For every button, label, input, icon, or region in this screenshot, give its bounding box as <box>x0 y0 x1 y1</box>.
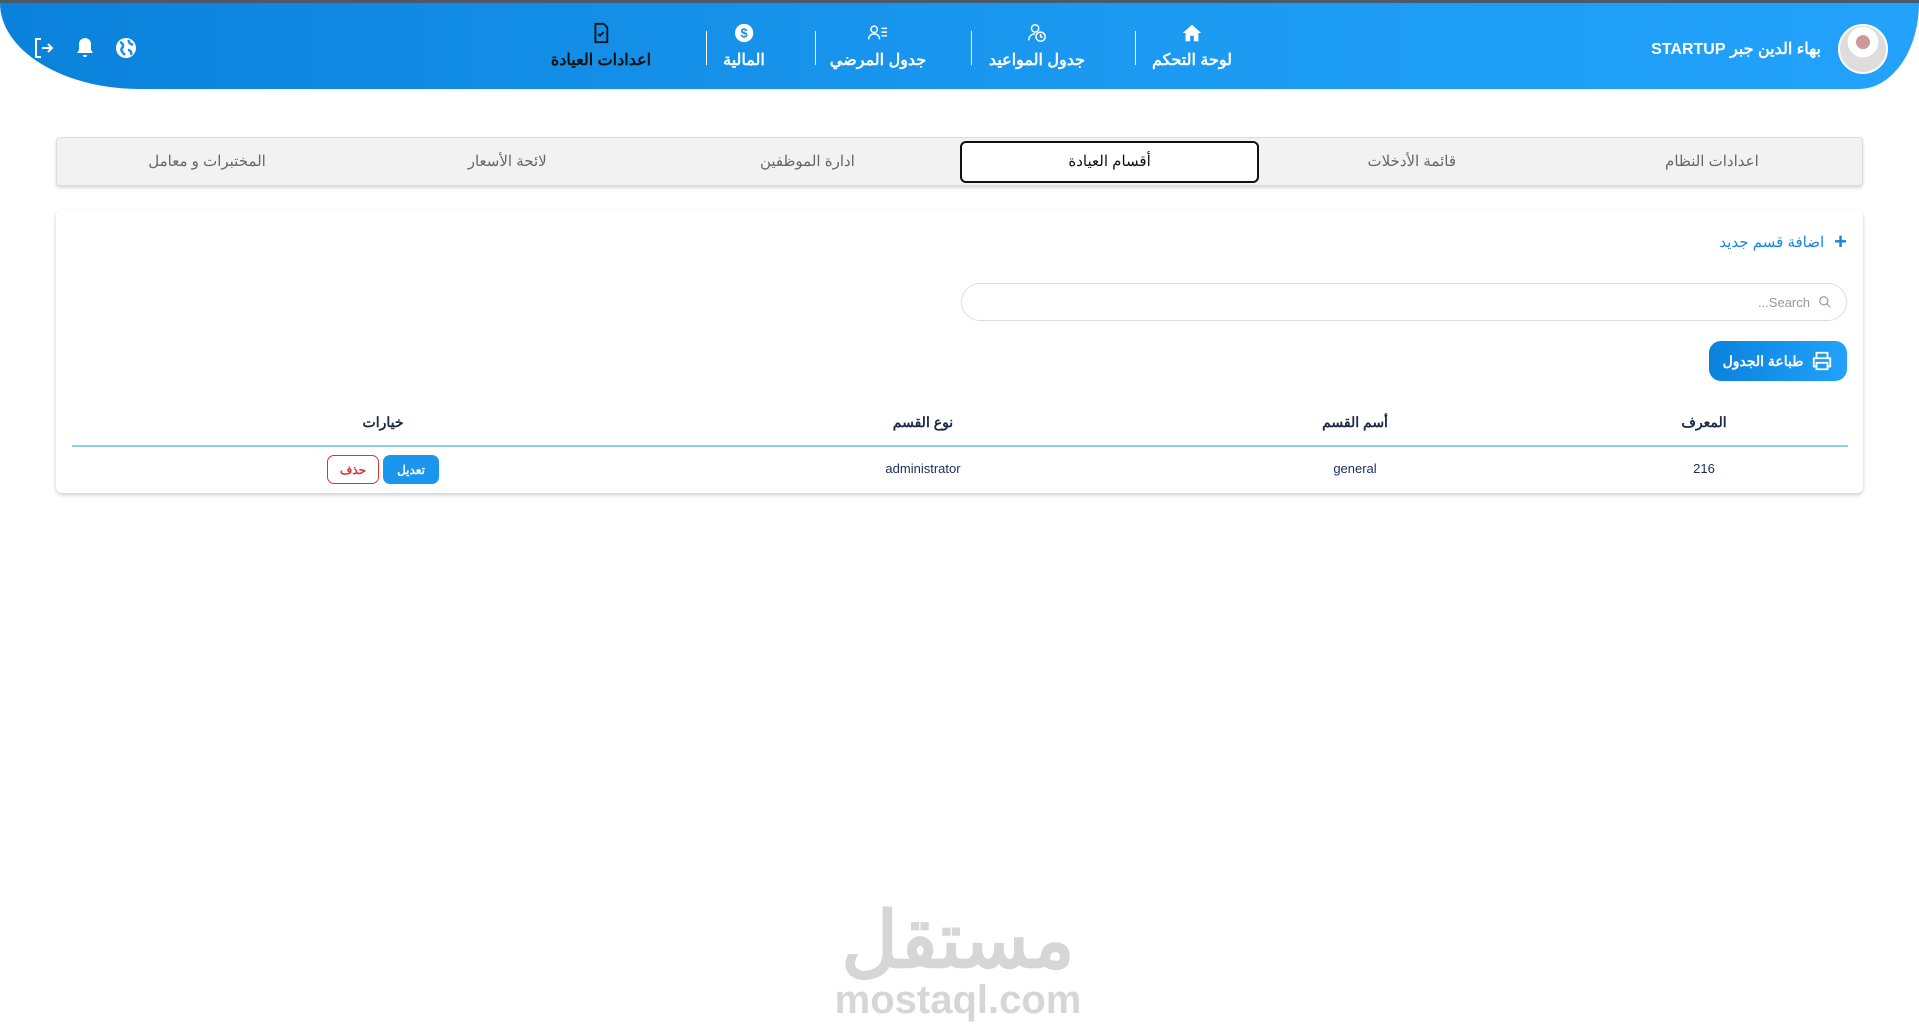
nav-label: جدول المرضي <box>829 52 927 69</box>
nav-appointments[interactable]: جدول المواعيد <box>989 3 1085 89</box>
tab-staff-management[interactable]: ادارة الموظفين <box>660 141 954 183</box>
cell-name: general <box>1333 461 1377 476</box>
nav-dashboard[interactable]: لوحة التحكم <box>1152 3 1232 89</box>
add-department-label: اضافة قسم جديد <box>1719 234 1825 251</box>
printer-icon <box>1813 351 1832 371</box>
column-header-options: خيارات <box>362 414 404 430</box>
nav-finance[interactable]: $ المالية <box>723 3 765 89</box>
cell-type: administrator <box>885 461 961 476</box>
tab-inputs-list[interactable]: قائمة الأدخلات <box>1265 141 1559 183</box>
tab-labs[interactable]: المختبرات و معامل <box>60 141 354 183</box>
user-name: بهاء الدين جبر STARTUP <box>1651 41 1821 58</box>
column-header-id: المعرف <box>1681 414 1727 430</box>
settings-tabs: اعدادات النظام قائمة الأدخلات أقسام العي… <box>56 137 1863 186</box>
bell-icon[interactable] <box>73 36 97 60</box>
nav-label: جدول المواعيد <box>988 52 1086 69</box>
top-header: اعدادات العيادة $ المالية جدول المرضي جد… <box>0 3 1919 89</box>
print-table-button[interactable]: طباعة الجدول <box>1709 341 1847 381</box>
nav-clinic-settings[interactable]: اعدادات العيادة <box>551 3 651 89</box>
nav-label: اعدادات العيادة <box>550 52 652 69</box>
nav-divider <box>1135 31 1136 65</box>
logout-icon[interactable] <box>32 36 56 60</box>
search-input[interactable] <box>976 294 1810 310</box>
watermark-english: mostaql.com <box>834 978 1082 1022</box>
globe-icon[interactable] <box>114 36 138 60</box>
file-check-icon <box>594 22 609 44</box>
add-department-link[interactable]: + اضافة قسم جديد <box>1719 229 1847 255</box>
dollar-icon: $ <box>734 23 754 43</box>
avatar[interactable] <box>1838 24 1888 74</box>
nav-label: المالية <box>723 52 765 69</box>
user-clock-icon <box>1028 24 1046 42</box>
nav-patients[interactable]: جدول المرضي <box>830 3 926 89</box>
nav-divider <box>815 31 816 65</box>
svg-text:$: $ <box>740 26 747 41</box>
nav-label: لوحة التحكم <box>1151 52 1233 69</box>
column-header-type: نوع القسم <box>892 414 954 430</box>
home-icon <box>1182 24 1202 42</box>
tab-clinic-departments[interactable]: أقسام العيادة <box>960 140 1259 183</box>
nav-divider <box>706 31 707 65</box>
column-header-name: أسم القسم <box>1322 414 1388 430</box>
delete-button[interactable]: حذف <box>327 455 379 484</box>
watermark: مستقل mostaql.com <box>835 900 1082 1020</box>
edit-button[interactable]: تعديل <box>383 455 439 484</box>
print-label: طباعة الجدول <box>1722 352 1804 369</box>
search-icon <box>1819 296 1831 308</box>
departments-card <box>56 210 1863 493</box>
cell-id: 216 <box>1693 461 1715 476</box>
nav-divider <box>971 31 972 65</box>
user-list-icon <box>868 25 888 40</box>
table-header-divider <box>72 445 1848 447</box>
watermark-arabic: مستقل <box>841 896 1075 984</box>
plus-icon: + <box>1834 229 1847 254</box>
tab-system-settings[interactable]: اعدادات النظام <box>1565 141 1859 183</box>
tab-price-list[interactable]: لائحة الأسعار <box>360 141 654 183</box>
search-field <box>961 283 1847 321</box>
